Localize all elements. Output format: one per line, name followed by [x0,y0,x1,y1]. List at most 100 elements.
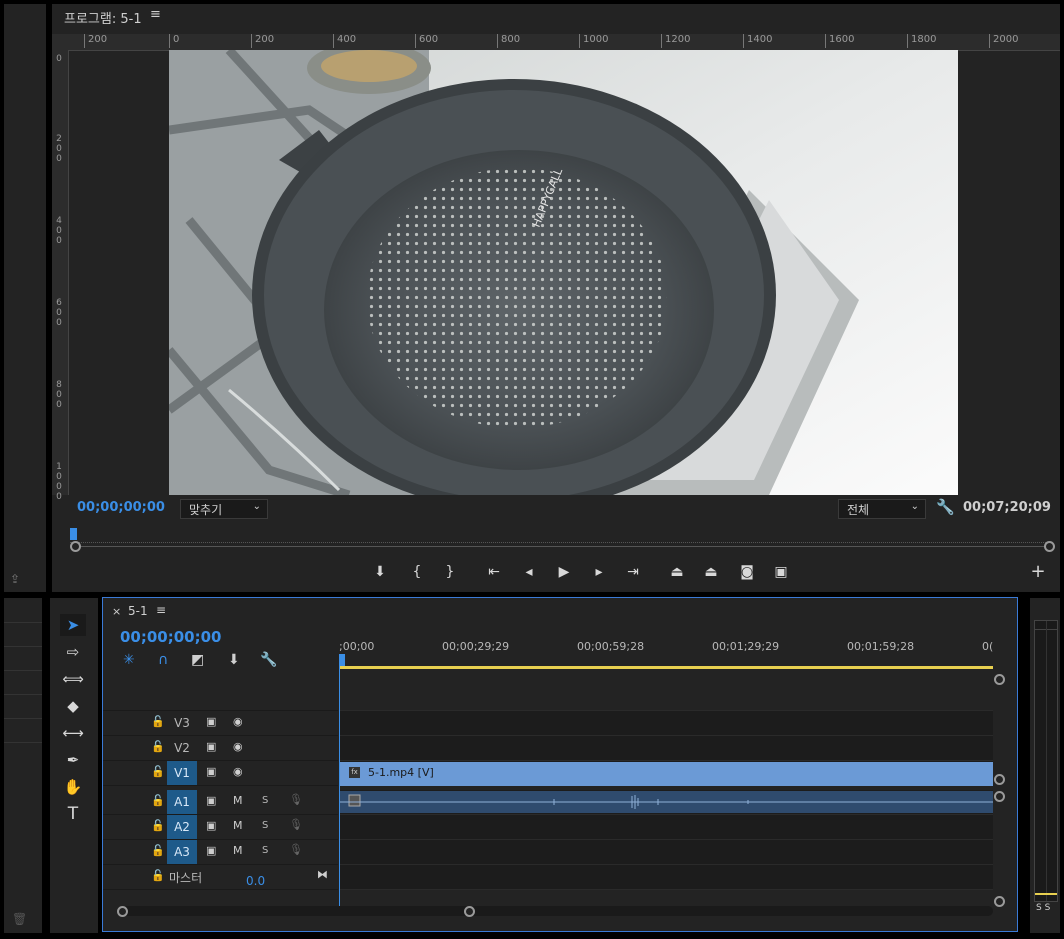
sync-lock-icon[interactable]: ▣ [206,715,216,728]
ruler-tick: 1800 [907,34,936,48]
pen-tool-icon[interactable]: ✒ [60,749,86,771]
mark-out-button[interactable]: } [438,562,462,582]
hand-tool-icon[interactable]: ✋ [60,776,86,798]
selection-tool-icon[interactable]: ➤ [60,614,86,636]
solo-button[interactable]: S [262,820,268,831]
track-lane-v2[interactable] [339,736,993,761]
microphone-icon[interactable]: 🎙 [289,818,303,831]
scroll-handle-right[interactable] [1044,541,1055,552]
lock-icon[interactable]: 🔓 [151,794,165,807]
microphone-icon[interactable]: 🎙 [289,843,303,856]
settings-wrench-icon[interactable]: 🔧 [936,498,955,516]
extract-button[interactable]: ⏏ [699,562,723,582]
lock-icon[interactable]: 🔓 [151,869,165,882]
sequence-tab[interactable]: 5-1 [128,604,148,618]
track-target-v3[interactable]: V3 [167,711,197,735]
audio-clip[interactable] [340,791,993,813]
go-to-out-button[interactable]: ⇥ [621,562,645,582]
time-ruler[interactable]: ;00;00 00;00;29;29 00;00;59;28 00;01;29;… [339,638,993,666]
step-back-button[interactable]: ◂ [517,562,541,582]
add-marker-button[interactable]: ⬇ [368,562,392,582]
sync-lock-icon[interactable]: ▣ [206,765,216,778]
solo-button[interactable]: S [262,795,268,806]
razor-tool-icon[interactable]: ◆ [60,695,86,717]
lock-icon[interactable]: 🔓 [151,765,165,778]
eye-icon[interactable]: ◉ [233,715,243,728]
master-volume-value[interactable]: 0.0 [246,874,265,888]
slip-tool-icon[interactable]: ⟷ [60,722,86,744]
track-spacer-lane [339,674,993,711]
trash-icon[interactable]: 🗑 [12,912,27,926]
mini-time-ruler[interactable] [70,530,1050,543]
track-target-v1[interactable]: V1 [167,761,197,785]
microphone-icon[interactable]: 🎙 [289,793,303,806]
scroll-handle[interactable] [994,896,1005,907]
sequence-menu-icon[interactable]: ≡ [156,603,166,617]
vertical-scrollbar[interactable] [994,674,1005,914]
play-button[interactable]: ▶ [552,562,576,582]
sync-lock-icon[interactable]: ▣ [206,819,216,832]
track-lane-v3[interactable] [339,711,993,736]
snap-magnet-icon[interactable]: ∩ [158,652,168,668]
scroll-handle-right[interactable] [464,906,475,917]
go-to-in-button[interactable]: ⇤ [482,562,506,582]
program-title[interactable]: 프로그램: 5-1 [64,8,142,27]
horizontal-scrollbar[interactable] [117,906,993,917]
export-frame-camera-icon[interactable]: ◙ [735,562,759,582]
lock-icon[interactable]: 🔓 [151,819,165,832]
track-target-a3[interactable]: A3 [167,840,197,864]
video-clip[interactable]: fx 5-1.mp4 [V] [340,762,993,786]
mute-button[interactable]: M [233,794,243,807]
add-button[interactable]: + [1026,562,1050,582]
lock-icon[interactable]: 🔓 [151,715,165,728]
resolution-select[interactable]: 전체 ⌄ [838,499,926,519]
eye-icon[interactable]: ◉ [233,765,243,778]
go-to-master-icon[interactable]: ⧓ [317,868,328,881]
scroll-handle[interactable] [994,791,1005,802]
mark-in-button[interactable]: { [405,562,429,582]
lock-icon[interactable]: 🔓 [151,740,165,753]
time-label: 00;00;59;28 [577,640,645,653]
nest-icon[interactable]: ✳ [123,652,135,668]
track-lane-master[interactable] [339,865,993,890]
close-icon[interactable]: × [112,605,121,618]
work-area-bar[interactable] [339,666,993,669]
track-target-a1[interactable]: A1 [167,790,197,814]
tools-panel: ➤ ⇨ ⟺ ◆ ⟷ ✒ ✋ T [50,598,98,933]
eye-icon[interactable]: ◉ [233,740,243,753]
compare-view-button[interactable]: ▣ [769,562,793,582]
track-select-tool-icon[interactable]: ⇨ [60,641,86,663]
scroll-handle[interactable] [994,674,1005,685]
track-target-a2[interactable]: A2 [167,815,197,839]
sync-lock-icon[interactable]: ▣ [206,794,216,807]
track-lane-a2[interactable] [339,815,993,840]
scroll-handle-left[interactable] [117,906,128,917]
solo-button[interactable]: S [262,845,268,856]
sync-lock-icon[interactable]: ▣ [206,844,216,857]
type-tool-icon[interactable]: T [60,803,86,825]
timeline-playhead[interactable] [339,654,345,666]
timeline-timecode[interactable]: 00;00;00;00 [120,628,222,646]
solo-buttons[interactable]: S S [1036,903,1050,913]
ripple-edit-tool-icon[interactable]: ⟺ [60,668,86,690]
track-target-v2[interactable]: V2 [167,736,197,760]
linked-selection-icon[interactable]: ◩ [191,652,204,668]
export-icon[interactable]: ⇪ [10,572,20,586]
zoom-fit-select[interactable]: 맞추기 ⌄ [180,499,268,519]
current-timecode[interactable]: 00;00;00;00 [77,500,165,515]
scroll-handle-left[interactable] [70,541,81,552]
sync-lock-icon[interactable]: ▣ [206,740,216,753]
step-forward-button[interactable]: ▸ [587,562,611,582]
lift-button[interactable]: ⏏ [665,562,689,582]
add-marker-icon[interactable]: ⬇ [228,652,240,668]
track-lane-a3[interactable] [339,840,993,865]
lock-icon[interactable]: 🔓 [151,844,165,857]
timeline-settings-wrench-icon[interactable]: 🔧 [260,652,277,668]
mute-button[interactable]: M [233,844,243,857]
monitor-zoom-scrollbar[interactable] [70,541,1055,552]
mute-button[interactable]: M [233,819,243,832]
scroll-handle[interactable] [994,774,1005,785]
program-menu-icon[interactable]: ≡ [150,7,161,22]
monitor-playhead[interactable] [70,528,77,540]
video-frame[interactable]: HAPPYCALL [169,50,958,495]
